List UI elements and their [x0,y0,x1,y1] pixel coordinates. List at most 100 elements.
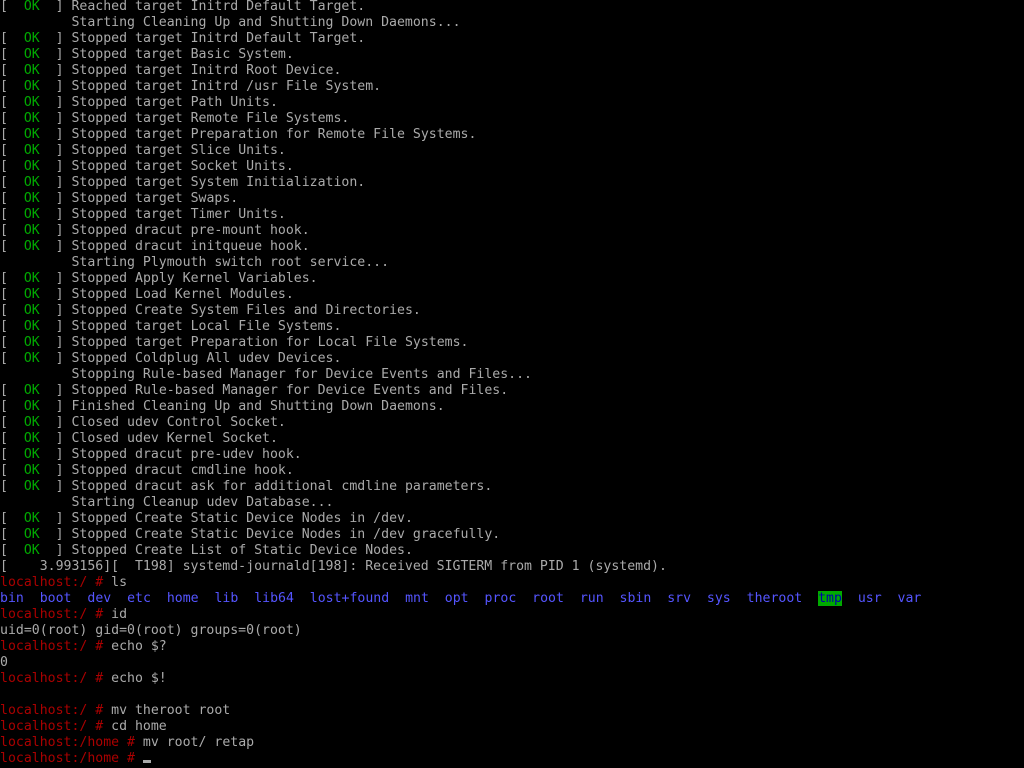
terminal-console[interactable]: [ OK ] Reached target Initrd Default Tar… [0,0,1024,768]
status-ok-badge: OK [23,239,40,254]
boot-log-line: [ OK ] Stopped dracut cmdline hook. [0,463,294,478]
boot-log-line: [ OK ] Stopped target Remote File System… [0,111,350,126]
boot-log-message: Closed udev Kernel Socket. [71,431,278,446]
boot-log-message: Stopped Create Static Device Nodes in /d… [71,527,501,542]
shell-prompt: localhost:/home # [0,735,143,750]
shell-prompt: localhost:/ # [0,671,112,686]
boot-log-message: Stopped Load Kernel Modules. [71,287,294,302]
directory-entry: srv [667,591,692,606]
status-ok-badge: OK [23,223,40,238]
shell-prompt-line: localhost:/ # echo $! [0,671,1024,687]
boot-log-line: [ OK ] Stopped target System Initializat… [0,175,366,190]
boot-log-message: Stopped target Initrd Default Target. [71,31,366,46]
boot-log-line: [ OK ] Stopped Create List of Static Dev… [0,543,413,558]
boot-log-line: Starting Cleaning Up and Shutting Down D… [0,15,1024,31]
boot-log-line: [ OK ] Stopped target Timer Units. [0,207,286,222]
shell-command: echo $? [111,639,167,654]
command-output: uid=0(root) gid=0(root) groups=0(root) [0,623,302,638]
status-ok-badge: OK [23,383,40,398]
boot-log-line: [ OK ] Stopped Create Static Device Node… [0,511,413,526]
kernel-message-line: [ 3.993156][ T198] systemd-journald[198]… [0,559,1024,575]
status-ok-badge: OK [23,479,40,494]
boot-log-message: Stopped Coldplug All udev Devices. [71,351,342,366]
boot-log-message: Starting Cleanup udev Database... [71,495,334,510]
boot-log-line: [ OK ] Stopped Coldplug All udev Devices… [0,351,342,366]
directory-entry: mnt [405,591,429,606]
shell-prompt-line: localhost:/ # echo $? [0,639,1024,655]
status-ok-badge: OK [23,191,40,206]
boot-log-line: [ OK ] Stopped target Initrd Default Tar… [0,31,366,46]
status-ok-badge: OK [23,415,40,430]
boot-log-message: Stopped dracut pre-mount hook. [71,223,310,238]
boot-log-line: [ OK ] Stopped dracut pre-udev hook. [0,447,302,462]
shell-prompt-line: localhost:/ # mv theroot root [0,703,1024,719]
boot-log-message: Stopped dracut pre-udev hook. [71,447,302,462]
shell-prompt: localhost:/home # [0,751,143,766]
boot-log-message: Stopped dracut cmdline hook. [71,463,294,478]
status-ok-badge: OK [23,287,40,302]
boot-log-line: [ OK ] Stopped target Path Units. [0,95,278,110]
shell-prompt: localhost:/ # [0,575,112,590]
boot-log-line: [ OK ] Reached target Initrd Default Tar… [0,0,366,14]
status-ok-badge: OK [23,207,40,222]
status-ok-badge: OK [23,63,40,78]
status-ok-badge: OK [23,463,40,478]
status-ok-badge: OK [23,335,40,350]
boot-log-message: Closed udev Control Socket. [71,415,286,430]
shell-prompt-line: localhost:/home # mv root/ retap [0,735,1024,751]
status-ok-badge: OK [23,319,40,334]
command-output-line: 0 [0,655,1024,671]
status-ok-badge: OK [23,111,40,126]
boot-log-message: Stopped target Slice Units. [71,143,286,158]
boot-log-message: Stopped Create List of Static Device Nod… [71,543,413,558]
status-ok-badge: OK [23,31,40,46]
status-ok-badge: OK [23,431,40,446]
shell-prompt: localhost:/ # [0,703,112,718]
boot-log-message: Stopped target Preparation for Remote Fi… [71,127,477,142]
shell-command: id [111,607,128,622]
directory-entry: home [166,591,199,606]
directory-entry: bin [0,591,24,606]
directory-entry: proc [484,591,517,606]
shell-command: mv root/ retap [142,735,255,750]
boot-log-line: Stopping Rule-based Manager for Device E… [0,367,1024,383]
shell-command: ls [111,575,128,590]
boot-log-message: Stopped target Timer Units. [71,207,286,222]
shell-prompt: localhost:/ # [0,607,112,622]
status-ok-badge: OK [23,271,40,286]
command-output: 0 [0,655,8,670]
boot-log-message: Stopped Apply Kernel Variables. [71,271,318,286]
boot-log-line: [ OK ] Stopped dracut ask for additional… [0,479,493,494]
directory-entry: lost+found [309,591,390,606]
boot-log-message: Stopped target Socket Units. [71,159,294,174]
boot-log-line: Starting Plymouth switch root service... [0,255,1024,271]
boot-log-line: Starting Cleanup udev Database... [0,495,1024,511]
shell-prompt-line: localhost:/ # id [0,607,1024,623]
directory-entry: run [579,591,604,606]
boot-log-line: [ OK ] Stopped Rule-based Manager for De… [0,383,509,398]
directory-entry: dev [87,591,112,606]
boot-log-line: [ OK ] Closed udev Control Socket. [0,415,286,430]
ls-output-line: bin boot dev etc home lib lib64 lost+fou… [0,591,1024,607]
boot-log-line: [ OK ] Stopped target Slice Units. [0,143,286,158]
kernel-message: [ 3.993156][ T198] systemd-journald[198]… [0,559,667,574]
boot-log-message: Stopped target Basic System. [71,47,294,62]
directory-entry: var [897,591,922,606]
boot-log-line: [ OK ] Stopped target Initrd /usr File S… [0,79,382,94]
status-ok-badge: OK [23,351,40,366]
boot-log-line: [ OK ] Stopped target Swaps. [0,191,239,206]
directory-entry: sys [706,591,731,606]
text-cursor [142,760,151,763]
boot-log-message: Stopped Rule-based Manager for Device Ev… [71,383,509,398]
boot-log-line: [ OK ] Stopped target Preparation for Lo… [0,335,469,350]
directory-entry: theroot [746,591,803,606]
boot-log-line: [ OK ] Finished Cleaning Up and Shutting… [0,399,445,414]
boot-log-line: [ OK ] Stopped dracut initqueue hook. [0,239,310,254]
boot-log-message: Starting Cleaning Up and Shutting Down D… [71,15,461,30]
shell-command: echo $! [111,671,167,686]
directory-entry: usr [857,591,882,606]
status-ok-badge: OK [23,543,40,558]
boot-log-message: Stopping Rule-based Manager for Device E… [71,367,532,382]
shell-command: mv theroot root [111,703,231,718]
status-ok-badge: OK [23,79,40,94]
